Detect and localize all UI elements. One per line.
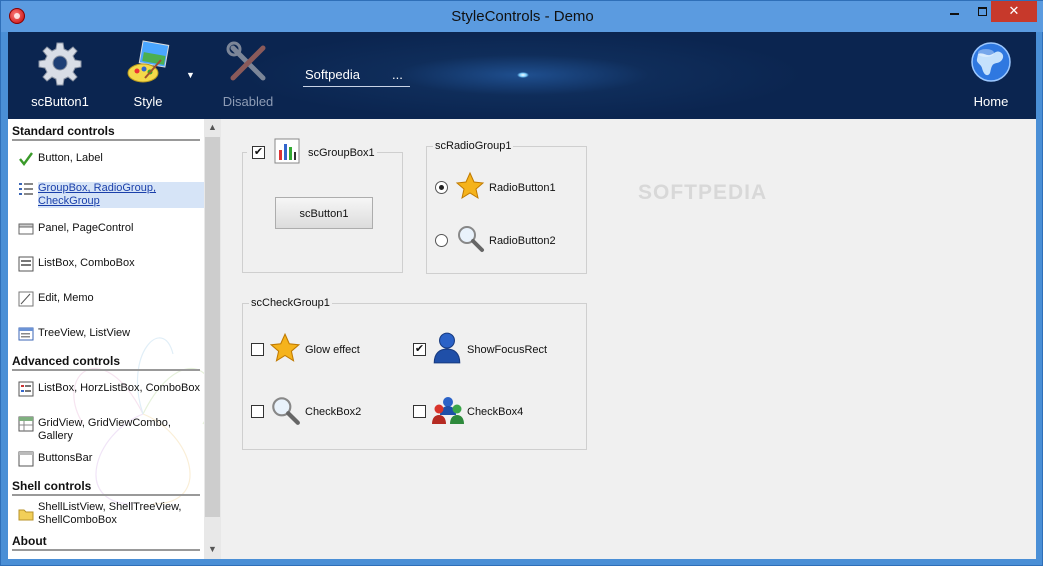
main-panel: SOFTPEDIA ✔ scGroupBox1 scButton1 scRadi… (221, 119, 1036, 559)
radiobutton2-label[interactable]: RadioButton2 (489, 235, 556, 247)
checkbox2-label[interactable]: CheckBox2 (305, 406, 361, 418)
star-icon (269, 332, 301, 362)
client-area: Standard controls Button, Label GroupBox… (8, 119, 1036, 559)
sidebar-item-label: GroupBox, RadioGroup, CheckGroup (38, 182, 204, 208)
scbutton1-label: scButton1 (31, 94, 89, 109)
toolbar-edit-value: Softpedia (305, 67, 360, 82)
grid-icon (18, 416, 34, 432)
toolbar-edit-ellipsis-button[interactable]: ... (392, 67, 403, 82)
checkgroup (242, 303, 587, 450)
treeview-icon (18, 327, 34, 341)
checkbox4-label[interactable]: CheckBox4 (467, 406, 523, 418)
app-window: StyleControls - Demo ✕ scButton1 Style ▼… (0, 0, 1043, 566)
close-button[interactable]: ✕ (991, 1, 1037, 22)
groupbox1-title: scGroupBox1 (308, 147, 375, 159)
scroll-up-arrow-icon[interactable]: ▲ (204, 122, 221, 132)
minimize-icon (949, 12, 959, 15)
gear-icon (38, 42, 82, 86)
magnifier-icon (458, 226, 484, 252)
checkgroup-caption: scCheckGroup1 (249, 297, 332, 309)
magnifier-icon (272, 397, 300, 425)
glow-effect-label[interactable]: Glow effect (305, 344, 360, 356)
style-label: Style (133, 94, 163, 109)
checkmark-icon (19, 152, 33, 166)
sidebar: Standard controls Button, Label GroupBox… (8, 119, 204, 559)
scbutton1-toolbar-button[interactable]: scButton1 (30, 40, 90, 114)
sidebar-item-label: ShellListView, ShellTreeView, ShellCombo… (38, 501, 182, 526)
close-icon: ✕ (1008, 3, 1020, 18)
toolbar-edit-field[interactable]: Softpedia ... (303, 65, 410, 87)
sidebar-item-label: ListBox, HorzListBox, ComboBox (38, 382, 201, 394)
sidebar-item-label: ListBox, ComboBox (38, 257, 135, 269)
radiogroup-caption: scRadioGroup1 (433, 140, 514, 152)
sidebar-item-label: Panel, PageControl (38, 222, 134, 234)
radiobutton2-radio[interactable] (435, 234, 448, 247)
paint-palette-icon (127, 40, 170, 83)
chart-icon (274, 138, 300, 164)
users-group-icon (432, 397, 464, 424)
star-icon (455, 171, 485, 200)
showfocusrect-label[interactable]: ShowFocusRect (467, 344, 547, 356)
about-header[interactable]: About (12, 534, 200, 551)
minimize-button[interactable] (939, 1, 969, 22)
toolbar: scButton1 Style ▼ Disabled Softpedia ...… (8, 32, 1036, 119)
buttonsbar-icon (18, 451, 34, 467)
checkbox4-checkbox[interactable] (413, 405, 426, 418)
sidebar-item-label: ButtonsBar (38, 452, 93, 464)
scbutton1-button[interactable]: scButton1 (275, 197, 373, 229)
panel-icon (18, 223, 34, 235)
folder-icon (18, 509, 34, 521)
window-title: StyleControls - Demo (451, 8, 594, 25)
sidebar-item-label: Edit, Memo (38, 292, 94, 304)
edit-icon (18, 291, 34, 307)
showfocusrect-checkbox[interactable]: ✔ (413, 343, 426, 356)
style-dropdown-arrow-icon[interactable]: ▼ (186, 70, 195, 80)
disabled-label: Disabled (222, 94, 274, 109)
glow-effect-checkbox[interactable] (251, 343, 264, 356)
watermark: SOFTPEDIA (638, 181, 768, 204)
home-label: Home (973, 94, 1009, 109)
shell-controls-header: Shell controls (12, 479, 200, 496)
sidebar-scrollbar[interactable]: ▲ ▼ (204, 119, 221, 559)
sidebar-item-label: Button, Label (38, 152, 103, 164)
listbox-icon (18, 381, 34, 397)
list-icon (19, 183, 33, 195)
home-toolbar-button[interactable]: Home (966, 40, 1016, 114)
checkbox2-checkbox[interactable] (251, 405, 264, 418)
tools-icon (226, 41, 266, 81)
maximize-icon (977, 7, 987, 17)
standard-controls-header: Standard controls (12, 124, 200, 141)
scroll-down-arrow-icon[interactable]: ▼ (204, 544, 221, 554)
style-toolbar-button[interactable]: Style (118, 40, 178, 114)
radiobutton1-label[interactable]: RadioButton1 (489, 182, 556, 194)
groupbox1-checkbox[interactable]: ✔ (252, 146, 265, 159)
disabled-toolbar-button: Disabled (218, 40, 278, 114)
globe-icon (971, 42, 1011, 82)
radiobutton1-radio[interactable] (435, 181, 448, 194)
sidebar-item-label: GridView, GridViewCombo, Gallery (38, 417, 171, 442)
advanced-controls-header: Advanced controls (12, 354, 200, 371)
toolbar-sparkle (517, 72, 529, 78)
listbox-icon (18, 256, 34, 272)
radiogroup (426, 146, 587, 274)
user-icon (433, 332, 461, 364)
sidebar-item-label: TreeView, ListView (38, 327, 131, 339)
scrollbar-thumb[interactable] (205, 137, 220, 517)
title-bar: StyleControls - Demo ✕ (1, 1, 1043, 32)
